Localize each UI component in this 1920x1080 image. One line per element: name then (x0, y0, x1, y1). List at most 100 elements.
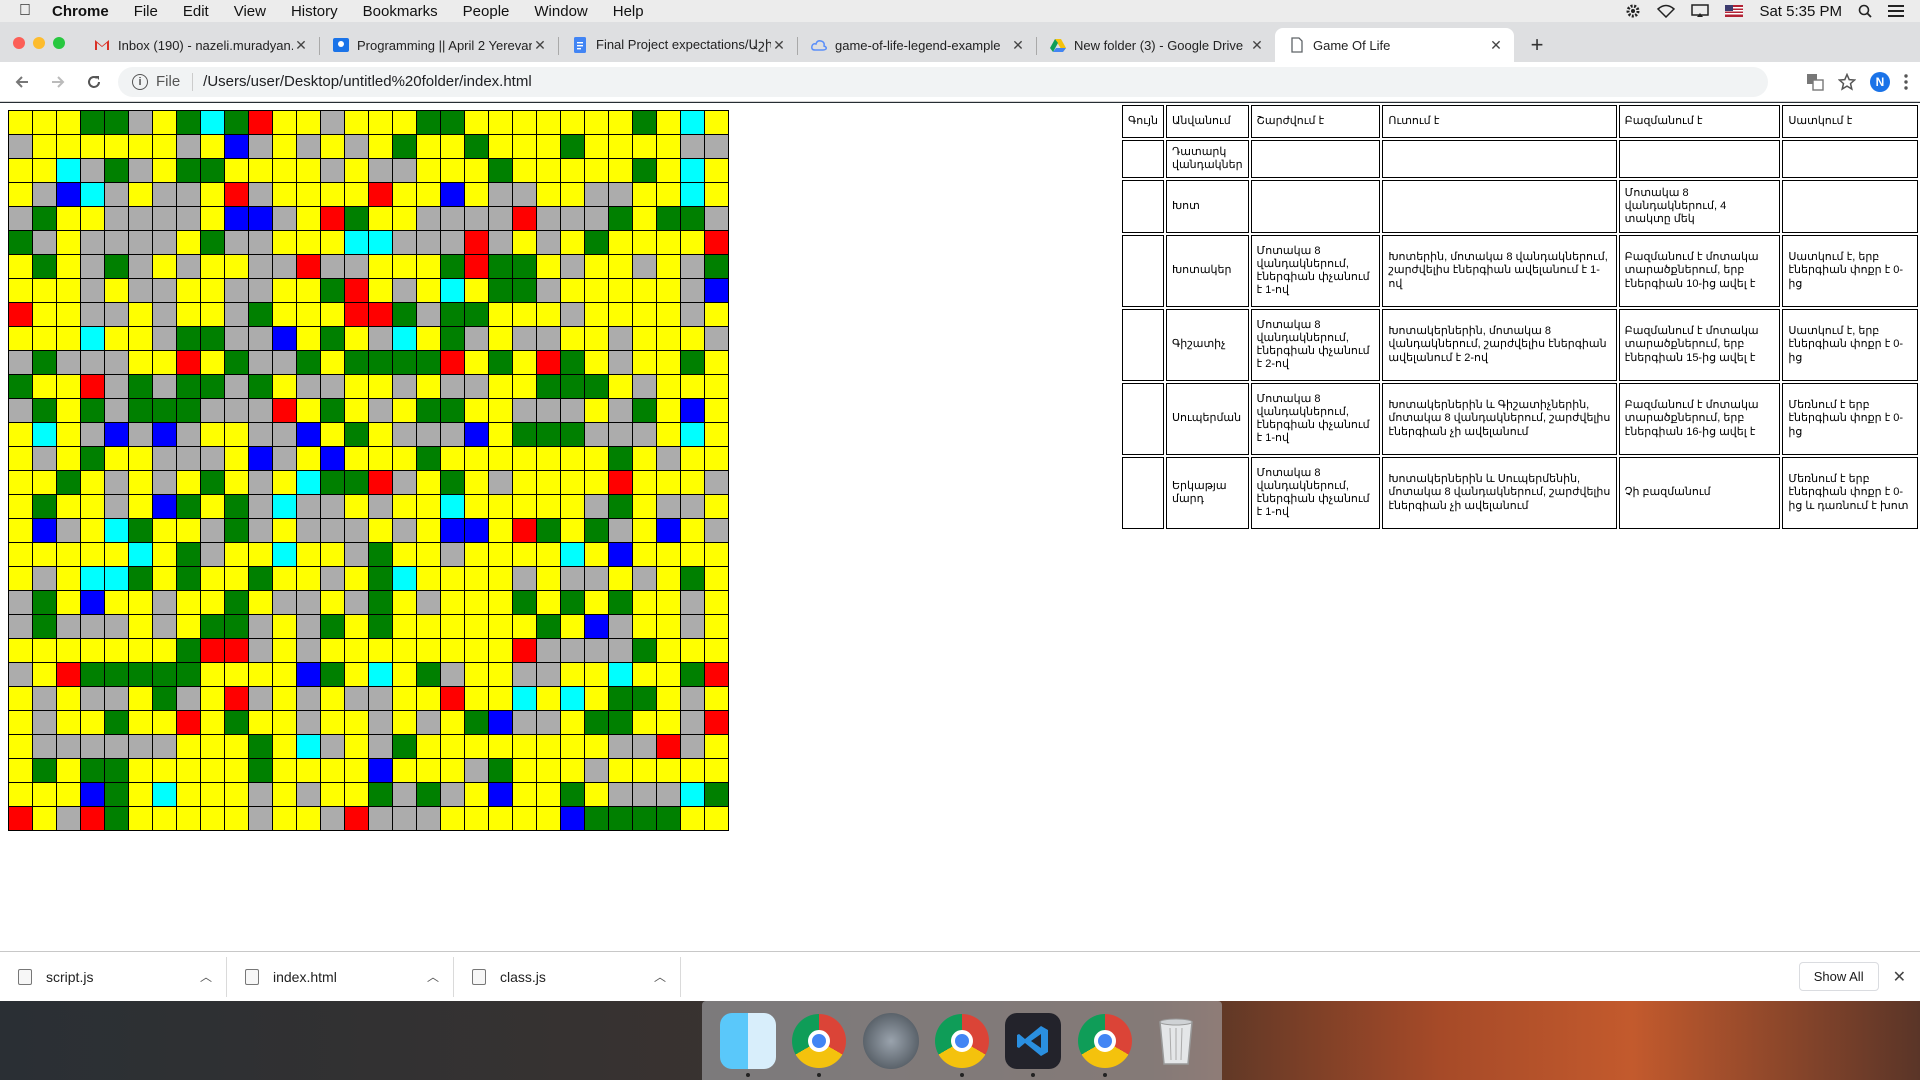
menu-file[interactable]: File (134, 3, 158, 20)
menu-chrome[interactable]: Chrome (52, 3, 109, 20)
chevron-up-icon[interactable]: ︿ (654, 968, 666, 985)
menu-list-icon[interactable] (1888, 5, 1904, 17)
grid-cell (537, 231, 560, 254)
show-all-button[interactable]: Show All (1798, 962, 1879, 991)
grid-cell (537, 327, 560, 350)
grid-cell (33, 711, 56, 734)
grid-cell (129, 279, 152, 302)
grid-cell (201, 135, 224, 158)
grid-cell (177, 711, 200, 734)
tab-programming[interactable]: Programming || April 2 Yerevan ✕ (319, 28, 558, 62)
grid-cell (225, 351, 248, 374)
grid-cell (705, 615, 728, 638)
zoom-window-button[interactable] (53, 37, 65, 49)
finder-icon[interactable] (719, 1012, 776, 1077)
bookmark-star-icon[interactable] (1838, 72, 1856, 91)
grid-cell (9, 591, 32, 614)
close-downloads-icon[interactable]: ✕ (1893, 967, 1906, 987)
menubar-clock[interactable]: Sat 5:35 PM (1759, 3, 1842, 20)
forward-button[interactable] (44, 68, 72, 96)
chrome-icon[interactable] (1077, 1013, 1133, 1077)
grid-cell (249, 423, 272, 446)
tab-game-of-life[interactable]: Game Of Life ✕ (1275, 28, 1514, 62)
grid-cell (465, 687, 488, 710)
gear-icon[interactable] (1625, 3, 1641, 19)
grid-cell (393, 735, 416, 758)
chevron-up-icon[interactable]: ︿ (427, 968, 439, 985)
grid-cell (537, 567, 560, 590)
grid-cell (105, 279, 128, 302)
grid-cell (177, 783, 200, 806)
close-tab-icon[interactable]: ✕ (1488, 37, 1504, 54)
menu-edit[interactable]: Edit (183, 3, 209, 20)
menu-history[interactable]: History (291, 3, 338, 20)
address-url[interactable]: /Users/user/Desktop/untitled%20folder/in… (203, 73, 532, 90)
grid-cell (81, 303, 104, 326)
grid-cell (417, 687, 440, 710)
grid-cell (633, 783, 656, 806)
wifi-icon[interactable] (1657, 4, 1676, 18)
launchpad-icon[interactable] (862, 1012, 919, 1069)
airplay-icon[interactable] (1691, 4, 1710, 18)
new-tab-button[interactable]: + (1520, 28, 1554, 62)
close-tab-icon[interactable]: ✕ (1249, 37, 1265, 54)
grid-cell (513, 447, 536, 470)
grid-cell (633, 543, 656, 566)
close-window-button[interactable] (13, 37, 25, 49)
grid-cell (9, 543, 32, 566)
vscode-icon[interactable] (1005, 1012, 1062, 1077)
info-icon[interactable]: i (132, 73, 148, 90)
flag-icon[interactable] (1725, 5, 1744, 17)
download-item-script-js[interactable]: script.js ︿ (0, 956, 227, 997)
grid-cell (33, 495, 56, 518)
chrome-icon[interactable] (791, 1013, 847, 1077)
grid-cell (105, 111, 128, 134)
menu-window[interactable]: Window (534, 3, 587, 20)
grid-cell (681, 447, 704, 470)
grid-cell (609, 543, 632, 566)
download-item-class-js[interactable]: class.js ︿ (454, 956, 681, 997)
color-swatch (1122, 383, 1164, 455)
grid-cell (321, 615, 344, 638)
minimize-window-button[interactable] (33, 37, 45, 49)
grid-cell (297, 303, 320, 326)
tab-google-drive[interactable]: New folder (3) - Google Drive ✕ (1036, 28, 1275, 62)
apple-icon[interactable]:  (16, 2, 34, 20)
address-bar[interactable]: i File /Users/user/Desktop/untitled%20fo… (118, 66, 1768, 97)
profile-avatar[interactable]: N (1870, 71, 1890, 92)
menu-bookmarks[interactable]: Bookmarks (363, 3, 438, 20)
chrome-icon[interactable] (934, 1013, 990, 1077)
legend-name: Սուպերման (1166, 383, 1249, 455)
close-tab-icon[interactable]: ✕ (1010, 37, 1026, 54)
menu-help[interactable]: Help (613, 3, 644, 20)
search-icon[interactable] (1858, 4, 1872, 18)
grid-cell (657, 375, 680, 398)
close-tab-icon[interactable]: ✕ (771, 37, 787, 54)
chevron-up-icon[interactable]: ︿ (200, 968, 212, 985)
grid-cell (585, 183, 608, 206)
grid-cell (441, 423, 464, 446)
grid-cell (225, 711, 248, 734)
more-menu-icon[interactable] (1904, 73, 1908, 90)
tab-inbox[interactable]: Inbox (190) - nazeli.muradyan... ✕ (80, 28, 319, 62)
grid-cell (105, 543, 128, 566)
grid-cell (705, 495, 728, 518)
close-tab-icon[interactable]: ✕ (293, 37, 309, 54)
grid-cell (33, 399, 56, 422)
grid-cell (657, 807, 680, 830)
grid-cell (441, 543, 464, 566)
grid-cell (57, 447, 80, 470)
grid-cell (585, 135, 608, 158)
trash-icon[interactable] (1148, 1013, 1204, 1069)
grid-cell (57, 279, 80, 302)
tab-legend-example[interactable]: game-of-life-legend-example ✕ (797, 28, 1036, 62)
close-tab-icon[interactable]: ✕ (532, 37, 548, 54)
menu-view[interactable]: View (234, 3, 266, 20)
menu-people[interactable]: People (463, 3, 510, 20)
tab-final-project[interactable]: Final Project expectations/Աշխ ✕ (558, 28, 797, 62)
grid-cell (609, 591, 632, 614)
back-button[interactable] (8, 68, 36, 96)
translate-icon[interactable] (1806, 73, 1824, 91)
reload-button[interactable] (80, 68, 108, 96)
download-item-index-html[interactable]: index.html ︿ (227, 956, 454, 997)
